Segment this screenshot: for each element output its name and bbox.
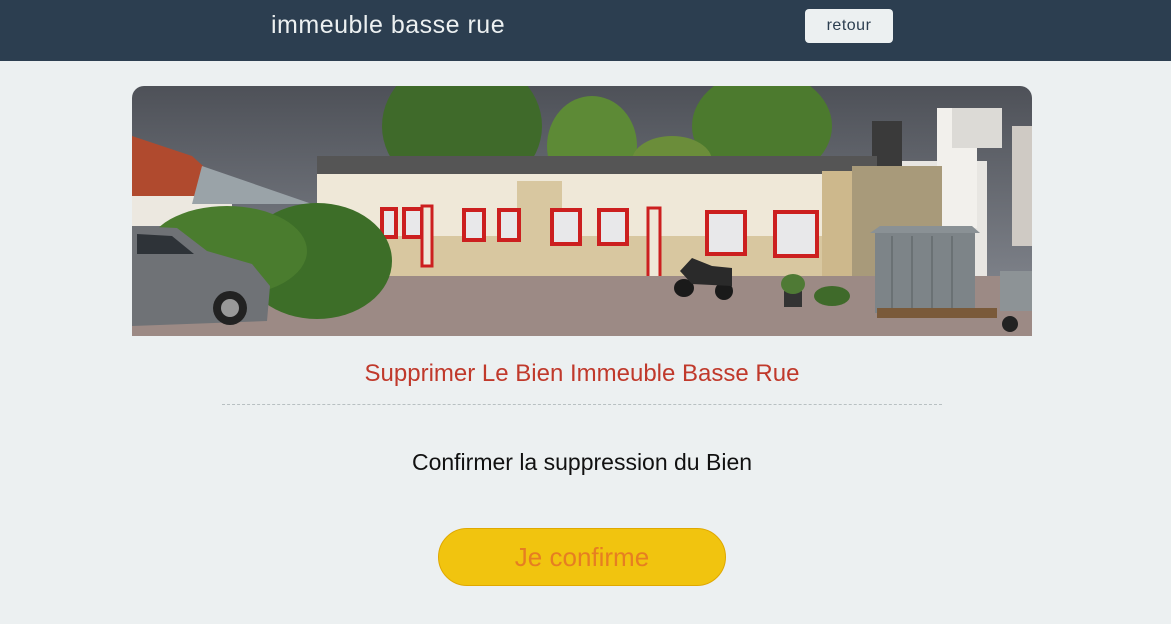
section-divider: [222, 404, 942, 405]
property-photo: [132, 86, 1032, 336]
confirm-delete-button[interactable]: Je confirme: [438, 528, 726, 586]
delete-property-heading: Supprimer Le Bien Immeuble Basse Rue: [364, 360, 800, 387]
confirm-message: Confirmer la suppression du Bien: [411, 449, 753, 475]
back-button[interactable]: retour: [805, 9, 893, 43]
page-title: immeuble basse rue: [271, 11, 506, 39]
top-bar: immeuble basse rue retour: [0, 0, 1171, 61]
